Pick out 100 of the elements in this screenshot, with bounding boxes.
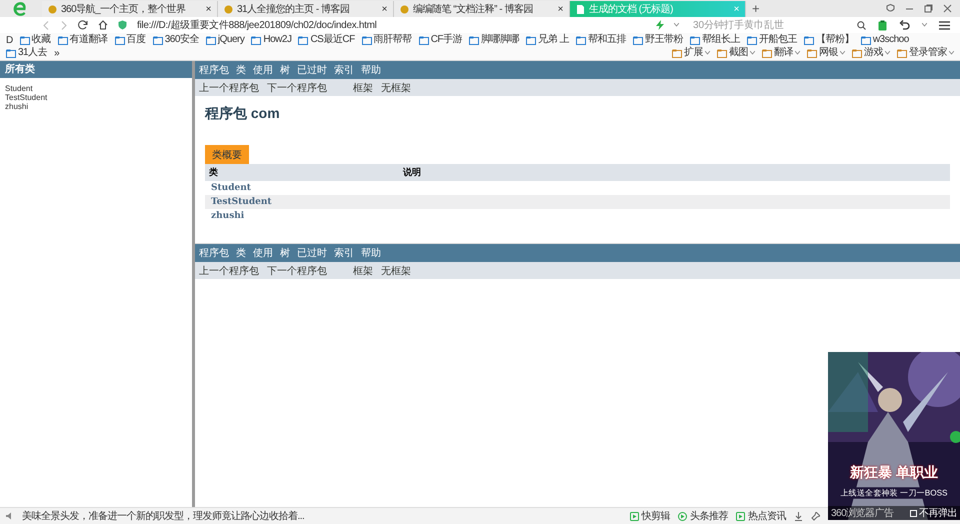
page-icon: [576, 4, 585, 14]
home-icon[interactable]: [98, 20, 108, 30]
toolbar-item[interactable]: 登录管家: [909, 47, 947, 59]
bookmark-item[interactable]: 收藏: [32, 34, 51, 46]
clipboard-icon[interactable]: [878, 20, 887, 30]
bookmark-item[interactable]: 野王带粉: [644, 34, 683, 46]
caret-icon: [705, 51, 710, 55]
toolbar-item[interactable]: 游戏: [864, 47, 883, 59]
nav-link[interactable]: 程序包: [199, 246, 229, 260]
nav-link[interactable]: 程序包: [199, 63, 229, 77]
bookmark-folder-icon: [526, 36, 536, 44]
nav-link[interactable]: 树: [280, 246, 290, 260]
ad-source-label: 360浏览器广告: [831, 506, 894, 520]
nav-link[interactable]: 无框架: [381, 264, 411, 278]
toolbar-item[interactable]: 翻译: [774, 47, 793, 59]
toolbar-item[interactable]: 网银: [819, 47, 838, 59]
class-link[interactable]: zhushi: [5, 102, 187, 111]
caret-icon: [840, 51, 845, 55]
bookmark-item[interactable]: 百度: [126, 34, 146, 46]
bookmark-item[interactable]: How2J: [263, 34, 292, 46]
close-icon[interactable]: [943, 4, 952, 13]
bookmark-item[interactable]: 兄弟 上: [538, 34, 569, 46]
class-link[interactable]: Student: [205, 181, 403, 195]
status-item[interactable]: 快剪辑: [642, 509, 670, 523]
undo-icon[interactable]: [899, 20, 910, 30]
caret-icon: [885, 51, 890, 55]
bookmark-folder-icon: [20, 36, 30, 44]
status-item[interactable]: 头条推荐: [690, 509, 728, 523]
frame-title: 所有类: [0, 61, 192, 78]
class-link[interactable]: Student: [5, 84, 187, 93]
bookmark-item[interactable]: 360安全: [164, 34, 199, 46]
nav-link[interactable]: 帮助: [361, 63, 381, 77]
bookmark-item[interactable]: 脚哪脚哪: [481, 34, 520, 46]
site-icon: [400, 4, 409, 14]
caret-icon: [750, 51, 755, 55]
tab-close-button[interactable]: ×: [382, 4, 387, 14]
status-item[interactable]: 热点资讯: [748, 509, 786, 523]
bookmark-item[interactable]: CF手游: [430, 34, 462, 46]
checkbox-icon[interactable]: [910, 510, 917, 516]
bookmark-item[interactable]: jQuery: [218, 34, 244, 46]
nav-link[interactable]: 索引: [334, 246, 354, 260]
bookmark-folder-icon: [897, 48, 907, 58]
toolbar-item[interactable]: 扩展: [684, 47, 703, 59]
class-link[interactable]: TestStudent: [5, 93, 187, 102]
bookmark-item[interactable]: 开船包王: [758, 34, 797, 46]
column-header: 说明: [403, 164, 950, 181]
bookmark-item[interactable]: w3schoo: [872, 34, 909, 46]
bookmark-item[interactable]: D: [6, 34, 13, 46]
nav-link[interactable]: 无框架: [381, 80, 411, 94]
nav-link[interactable]: 已过时: [297, 246, 327, 260]
bookmark-folder-icon: [807, 48, 817, 58]
bookmark-item[interactable]: 【帮粉】: [816, 34, 854, 46]
bookmark-folder-icon: [717, 48, 727, 58]
bookmark-folder-icon: [804, 36, 814, 44]
nav-link[interactable]: 已过时: [297, 63, 327, 77]
pin-icon[interactable]: [811, 512, 820, 520]
play-icon[interactable]: [678, 512, 687, 520]
nav-link[interactable]: 框架: [353, 80, 373, 94]
caret-icon: [949, 51, 954, 55]
nav-link[interactable]: 使用: [253, 63, 273, 77]
bookmark-folder-icon: [852, 48, 862, 58]
download-icon[interactable]: [794, 512, 803, 520]
nav-link[interactable]: 上一个程序包: [199, 80, 259, 94]
new-tab-button[interactable]: +: [746, 1, 766, 17]
nav-link[interactable]: 树: [280, 63, 290, 77]
bookmark-item[interactable]: 雨肝帮帮: [374, 34, 412, 46]
menu-icon[interactable]: [939, 20, 950, 30]
toolbar-item[interactable]: 截图: [729, 47, 748, 59]
maximize-icon[interactable]: [924, 4, 933, 13]
bookmark-item[interactable]: 31人去: [18, 47, 48, 59]
bookmark-folder-icon: [690, 36, 700, 44]
class-link[interactable]: TestStudent: [205, 195, 403, 209]
nav-link[interactable]: 下一个程序包: [267, 80, 327, 94]
nav-link[interactable]: 上一个程序包: [199, 264, 259, 278]
bookmark-item[interactable]: 帮组长上: [702, 34, 740, 46]
nav-link[interactable]: 类: [236, 63, 246, 77]
bookmark-item[interactable]: 有道翻译: [70, 34, 108, 46]
nav-link[interactable]: 帮助: [361, 246, 381, 260]
dismiss-link[interactable]: 不再弹出: [919, 506, 957, 520]
bookmark-folder-icon: [298, 36, 308, 44]
bookmark-item[interactable]: CS最近CF: [310, 34, 355, 46]
more-bookmarks-button[interactable]: »: [54, 48, 60, 58]
nav-link[interactable]: 索引: [334, 63, 354, 77]
nav-link[interactable]: 类: [236, 246, 246, 260]
search-icon[interactable]: [857, 20, 866, 30]
bookmark-item[interactable]: 帮和五排: [588, 34, 626, 46]
bookmark-folder-icon: [672, 48, 682, 58]
nav-link[interactable]: 框架: [353, 264, 373, 278]
tab-close-button[interactable]: ×: [558, 4, 563, 14]
bookmark-folder-icon: [860, 36, 871, 44]
ad-tagline: 上线送全套神装 一刀一BOSS: [840, 487, 948, 499]
news-ticker[interactable]: 美味全景头发，准备进一个新的职发型，理发师竟让路心边收拾着...: [22, 509, 304, 523]
lightning-icon[interactable]: [656, 20, 664, 30]
tab-close-button[interactable]: ×: [206, 4, 211, 14]
url-text[interactable]: file:///D:/超级重要文件888/jee201809/ch02/doc/index.html: [137, 18, 377, 32]
reload-icon[interactable]: [78, 20, 88, 30]
nav-link[interactable]: 使用: [253, 246, 273, 260]
nav-link[interactable]: 下一个程序包: [267, 264, 327, 278]
bookmark-folder-icon: [206, 36, 216, 44]
caret-icon: [922, 23, 927, 27]
